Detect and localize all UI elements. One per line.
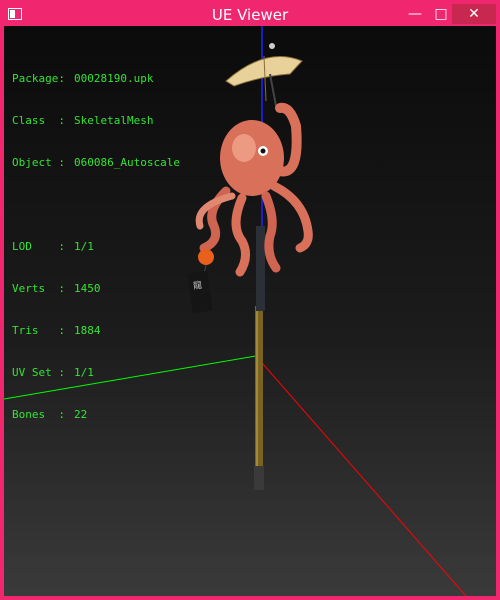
octopus-icon xyxy=(195,102,313,277)
info-label: Object : xyxy=(12,156,65,169)
3d-viewport[interactable]: 龍 Package: 00028190.upk Class : SkeletalMe… xyxy=(4,26,496,596)
info-label: LOD : xyxy=(12,240,65,253)
info-value: 00028190.upk xyxy=(74,72,154,85)
app-window: UE Viewer — □ ✕ 龍 Package: 00028190.upk … xyxy=(0,0,500,600)
title-bar[interactable]: UE Viewer — □ ✕ xyxy=(4,4,496,28)
info-label: Package: xyxy=(12,72,65,85)
info-value: 1/1 xyxy=(74,240,94,253)
info-label: Bones : xyxy=(12,408,65,421)
info-value: 060086_Autoscale xyxy=(74,156,180,169)
info-label: UV Set : xyxy=(12,366,65,379)
z-axis-line xyxy=(255,355,467,596)
info-label: Tris : xyxy=(12,324,65,337)
info-label: Verts : xyxy=(12,282,65,295)
umbrella-icon xyxy=(225,43,303,107)
info-value: SkeletalMesh xyxy=(74,114,154,127)
mesh-info-overlay: Package: 00028190.upk Class : SkeletalMesh… xyxy=(12,44,180,450)
staff-shaft xyxy=(254,226,265,490)
maximize-button[interactable]: □ xyxy=(428,4,454,24)
info-value: 1884 xyxy=(74,324,101,337)
minimize-button[interactable]: — xyxy=(402,4,428,24)
charm-tag-icon: 龍 xyxy=(187,249,214,314)
info-value: 1/1 xyxy=(74,366,94,379)
info-label: Class : xyxy=(12,114,65,127)
info-value: 22 xyxy=(74,408,88,421)
close-button[interactable]: ✕ xyxy=(452,4,496,24)
info-value: 1450 xyxy=(74,282,101,295)
